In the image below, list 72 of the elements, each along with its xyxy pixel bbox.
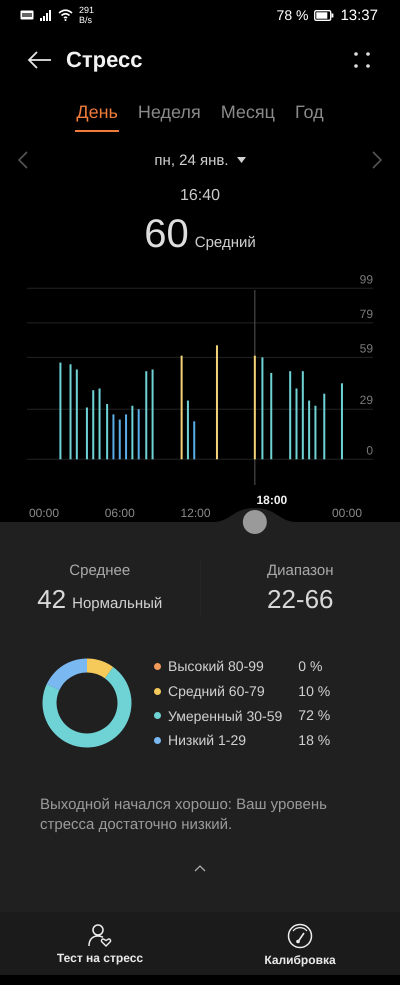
stress-bar — [86, 407, 88, 460]
dropdown-triangle-icon — [236, 157, 246, 163]
x-tick-label: 00:00 — [28, 506, 60, 520]
signal-icon — [40, 10, 52, 20]
gauge-icon — [287, 923, 313, 949]
y-tick-label: 99 — [360, 272, 373, 286]
donut-slice — [46, 658, 87, 690]
stress-bar — [323, 394, 326, 460]
menu-dots-icon — [354, 52, 370, 68]
legend-percent: 0 % — [298, 657, 324, 676]
stress-bar — [118, 420, 121, 460]
legend-percent: 10 % — [298, 682, 330, 701]
wifi-icon — [58, 9, 73, 21]
stress-bar — [138, 409, 140, 460]
reading-time: 16:40 — [180, 186, 220, 206]
action-button[interactable]: Тест на стресс — [0, 912, 200, 975]
battery-icon — [314, 10, 334, 20]
stress-bar — [112, 414, 114, 460]
speed-unit: B/s — [79, 15, 94, 25]
y-tick-label: 0 — [366, 443, 373, 458]
cursor-time-label: 18:00 — [256, 493, 288, 507]
period-tab[interactable]: Год — [294, 100, 325, 132]
period-tab[interactable]: Месяц — [220, 100, 276, 132]
previous-button[interactable] — [18, 151, 28, 169]
average-rating: Нормальный — [72, 594, 162, 614]
range-value: 22-66 — [267, 583, 334, 615]
donut-slice — [87, 658, 114, 679]
volte-icon — [20, 10, 34, 20]
y-tick-label: 59 — [360, 341, 373, 356]
clock: 13:37 — [340, 6, 378, 24]
legend-label: Средний 60-79 — [168, 683, 265, 700]
date-selector[interactable]: пн, 24 янв. — [28, 152, 372, 168]
chevron-right-icon — [372, 151, 382, 169]
battery-percent: 78 % — [276, 7, 308, 23]
person-heart-icon — [87, 923, 113, 947]
legend-percent: 72 % — [298, 706, 330, 726]
stress-bar — [92, 390, 94, 460]
stress-level: Средний — [194, 234, 256, 251]
legend-label: Низкий 1-29 — [168, 732, 246, 748]
x-tick-label: 06:00 — [104, 506, 135, 520]
x-tick-label: 00:00 — [332, 506, 362, 520]
slider-handle[interactable] — [242, 510, 267, 534]
average-value: 42 — [37, 583, 66, 615]
next-button[interactable] — [372, 151, 382, 169]
chevron-left-icon — [18, 151, 28, 169]
stress-bar — [186, 400, 189, 460]
network-speed: 291 — [79, 5, 94, 15]
legend-label: Высокий 80-99 — [168, 658, 264, 674]
average-label: Среднее — [69, 561, 130, 581]
period-tab[interactable]: День — [75, 100, 119, 132]
y-tick-label: 29 — [360, 393, 373, 408]
stress-bar — [106, 404, 108, 460]
legend-percent: 18 % — [298, 731, 330, 750]
stress-bar — [125, 414, 128, 460]
back-arrow-icon — [27, 51, 52, 69]
back-button[interactable] — [27, 51, 52, 69]
stress-bar — [314, 406, 316, 460]
action-button[interactable]: Калибровка — [200, 912, 400, 975]
stress-bar — [308, 400, 310, 460]
y-tick-label: 79 — [360, 306, 373, 321]
page-title: Стресс — [66, 47, 144, 73]
stress-bar — [193, 421, 196, 460]
stress-bar — [131, 406, 134, 460]
range-label: Диапазон — [266, 561, 334, 581]
stress-bar — [98, 388, 101, 460]
expand-chevron-icon[interactable] — [194, 864, 206, 872]
period-tab[interactable]: Неделя — [136, 100, 202, 132]
x-tick-label: 12:00 — [180, 506, 211, 520]
menu-button[interactable] — [354, 52, 370, 68]
legend-label: Умеренный 30-59 — [168, 708, 282, 724]
stress-value: 60 — [144, 212, 189, 257]
summary-message: Выходной начался хорошо: Ваш уровень стресса достаточно низкий. — [40, 794, 328, 835]
